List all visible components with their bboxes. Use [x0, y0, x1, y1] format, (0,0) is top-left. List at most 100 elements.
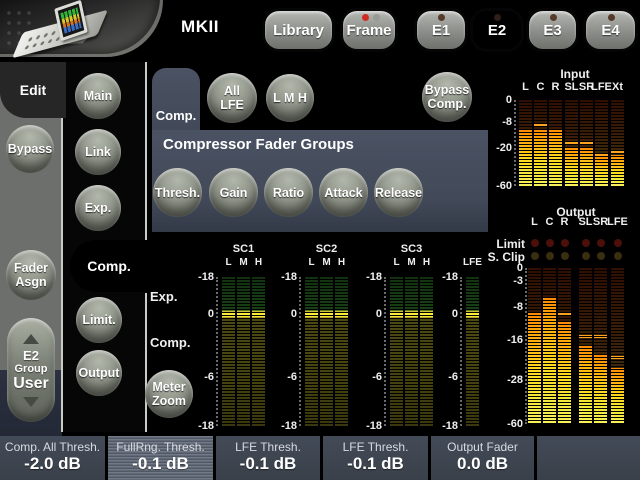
sc-scale-label: -6 [204, 370, 214, 383]
sc-scale-label: -18 [442, 271, 458, 283]
group-selector-word: Group [14, 362, 48, 375]
tab-edit[interactable]: Edit [0, 62, 66, 118]
param-label: LFE Thresh. [342, 440, 409, 454]
comp-page-tab[interactable]: Comp. [152, 68, 200, 130]
param-value: -0.1 dB [347, 454, 404, 473]
engine-e4-button[interactable]: E4 [583, 8, 638, 52]
sc-scale-label: 0 [375, 307, 382, 320]
tab-link[interactable]: Link [75, 129, 121, 175]
sidebar-divider [61, 118, 63, 432]
e2-button-label: E2 [487, 21, 507, 39]
sc-meter-sc3-h [420, 277, 433, 426]
frame-button-label: Frame [346, 21, 392, 39]
sc-channel-label: H [422, 257, 431, 268]
input-meter-fill-lfe [595, 156, 608, 186]
e3-button-label: E3 [543, 21, 562, 39]
bypass-button[interactable]: Bypass [6, 125, 54, 173]
output-meter-sr [594, 268, 607, 424]
output-peak-lfe [611, 355, 624, 359]
bypass-comp-button[interactable]: Bypass Comp. [422, 72, 472, 122]
input-title: Input [560, 67, 590, 81]
tab-edit-label: Edit [19, 82, 47, 98]
sc-scale-ticks [384, 277, 386, 426]
input-scale-label: -8 [502, 116, 512, 129]
thresh-button[interactable]: Thresh. [153, 168, 202, 217]
group-selector[interactable]: E2 Group User [7, 318, 55, 422]
output-meter-l [528, 268, 541, 424]
tab-limit[interactable]: Limit. [76, 297, 122, 343]
sc-meter-sc1-h [252, 277, 265, 426]
limit-led-r [560, 239, 569, 247]
device-screen-content [60, 7, 82, 34]
param-cell-output-fader[interactable]: Output Fader 0.0 dB [431, 436, 534, 480]
nav-divider-bottom [145, 293, 147, 432]
nav-divider-top [145, 62, 147, 240]
up-arrow-icon[interactable] [23, 333, 39, 344]
input-scale-label: 0 [505, 94, 512, 106]
logo-panel [0, 0, 163, 59]
engine-e2-button[interactable]: E2 [470, 8, 524, 52]
tab-output[interactable]: Output [76, 350, 122, 396]
param-cell-fullrng-thresh[interactable]: FullRng. Thresh. -0.1 dB [108, 436, 213, 480]
soft-clip-led-sr [596, 252, 605, 260]
ratio-button[interactable]: Ratio [264, 168, 313, 217]
fader-asgn-button[interactable]: Fader Asgn [6, 250, 56, 300]
attack-button[interactable]: Attack [319, 168, 368, 217]
param-cell-lfe-thresh-1[interactable]: LFE Thresh. -0.1 dB [216, 436, 320, 480]
input-peak-sl [565, 141, 578, 145]
param-cell-lfe-thresh-2[interactable]: LFE Thresh. -0.1 dB [323, 436, 428, 480]
input-meter-lfe [595, 100, 608, 186]
release-button[interactable]: Release [374, 168, 423, 217]
sc-meter-sc1-l [222, 277, 235, 426]
e1-button-label: E1 [431, 21, 451, 39]
tab-comp-selected[interactable]: Comp. [70, 240, 148, 292]
sc-group-label-sc1: SC1 [232, 243, 255, 255]
comp-region-label: Comp. [150, 335, 191, 350]
sc-scale-label: 0 [207, 307, 214, 320]
sc-scale-label: 0 [451, 307, 458, 320]
output-meter-fill-c [543, 296, 556, 424]
output-meter-r [558, 268, 571, 424]
param-cell-empty [537, 436, 640, 480]
input-meter-sr [580, 100, 593, 186]
tab-link-label: Link [85, 145, 111, 159]
param-cell-comp-all-thresh[interactable]: Comp. All Thresh. -2.0 dB [0, 436, 105, 480]
output-peak-r [558, 312, 571, 316]
output-channel-label-lfe: LFE [607, 216, 628, 228]
e2-led-icon [494, 14, 501, 21]
library-button[interactable]: Library [262, 8, 335, 52]
lmh-button[interactable]: L M H [266, 74, 314, 122]
param-value: 0.0 dB [456, 454, 509, 473]
sc-channel-label: H [254, 257, 263, 268]
tab-exp[interactable]: Exp. [75, 185, 121, 231]
app-window: MKII Library Frame E1 E2 E3 E4 Edit Bypa… [0, 0, 640, 480]
sc-group-label-sc3: SC3 [400, 243, 423, 255]
limit-led-lfe [613, 239, 622, 247]
output-meter-fill-sr [594, 355, 607, 424]
tab-limit-label: Limit. [82, 313, 116, 327]
limit-led-c [545, 239, 554, 247]
e4-button-label: E4 [601, 21, 620, 39]
engine-e1-button[interactable]: E1 [414, 8, 468, 52]
meter-zoom-button-label: Meter Zoom [151, 380, 187, 408]
param-value: -2.0 dB [24, 454, 81, 473]
frame-led-gray-icon [373, 14, 380, 21]
sc-scale-ticks [460, 277, 462, 426]
param-value: -0.1 dB [239, 454, 297, 473]
group-selector-engine: E2 [23, 347, 39, 363]
library-button-label: Library [273, 21, 324, 39]
sc-meter-sc2-l [305, 277, 318, 426]
frame-button[interactable]: Frame [340, 8, 398, 52]
tab-main[interactable]: Main [75, 73, 121, 119]
all-lfe-button[interactable]: All LFE [207, 73, 257, 123]
thresh-button-label: Thresh. [154, 185, 201, 200]
output-meter-fill-lfe [611, 368, 624, 424]
output-scale-label: -3 [513, 274, 523, 287]
tab-comp-label: Comp. [87, 258, 131, 274]
input-peak-lfe [595, 152, 608, 156]
gain-button[interactable]: Gain [209, 168, 258, 217]
down-arrow-icon[interactable] [23, 396, 39, 407]
sc-scale-ticks [216, 277, 218, 426]
input-meter-l [519, 100, 532, 186]
engine-e3-button[interactable]: E3 [526, 8, 579, 52]
